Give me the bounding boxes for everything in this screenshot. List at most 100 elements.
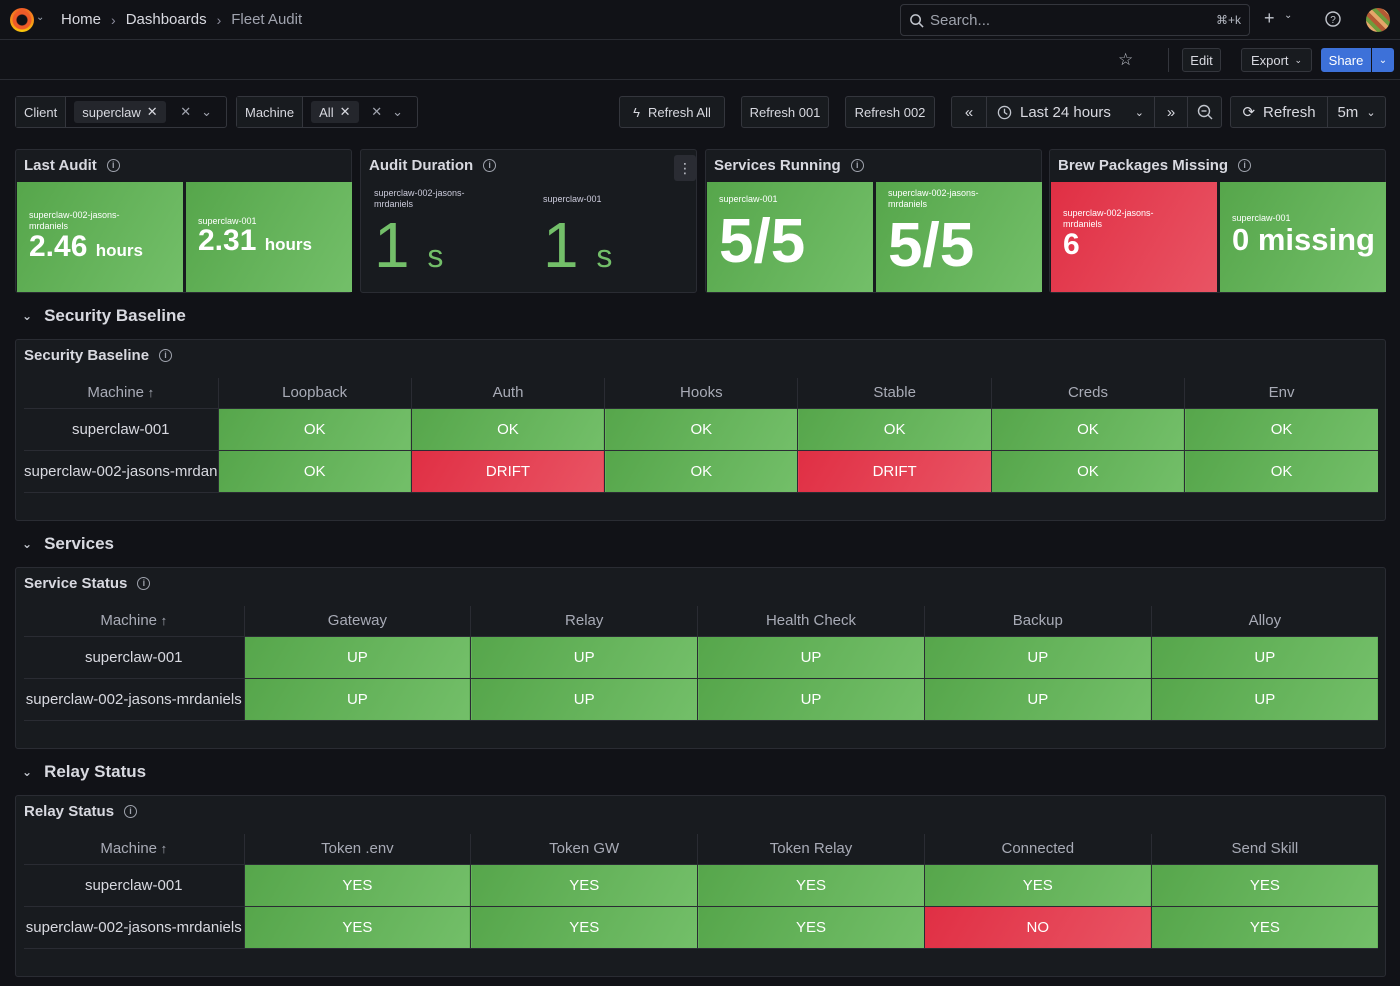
client-value-chip[interactable]: superclaw ✕ <box>74 101 166 123</box>
stat-series-name: superclaw-001 <box>719 194 778 204</box>
edit-button[interactable]: Edit <box>1182 48 1221 72</box>
service-status-table: Machine ↑ Gateway Relay Health Check Backup A… <box>24 606 1378 721</box>
chevron-down-icon[interactable]: ⌄ <box>1284 10 1292 21</box>
security-baseline-table: Machine ↑ Loopback Auth Hooks Stable Creds Env… <box>24 378 1378 493</box>
refresh-all-button[interactable]: ϟ Refresh All <box>619 96 725 128</box>
search-shortcut: ⌘+k <box>1215 13 1241 27</box>
clear-icon[interactable]: ✕ <box>371 104 382 120</box>
chevron-down-icon[interactable]: ⌄ <box>392 104 403 120</box>
variables-bar: Client superclaw ✕ ✕ ⌄ Machine All ✕ ✕ ⌄ ϟ Re… <box>0 80 1400 144</box>
chevron-right-icon: › <box>111 11 116 28</box>
share-options-button[interactable]: ⌄ <box>1372 48 1394 72</box>
stat-series-name: superclaw-001 <box>543 194 602 204</box>
column-header-machine[interactable]: Machine ↑ <box>24 834 244 865</box>
column-header[interactable]: Send Skill <box>1150 834 1378 865</box>
stat-tile: superclaw-002-jasons-mrdaniels 5/5 <box>876 182 1042 292</box>
breadcrumb-home[interactable]: Home <box>61 11 101 28</box>
status-cell: OK <box>604 408 798 451</box>
table-row: superclaw-001 OK OK OK OK OK OK <box>24 408 1378 451</box>
status-cell: UP <box>923 678 1152 721</box>
column-header[interactable]: Hooks <box>604 378 798 409</box>
column-header[interactable]: Env <box>1184 378 1378 409</box>
row-relay-status[interactable]: ⌄ Relay Status <box>22 762 146 782</box>
status-cell: OK <box>410 408 605 451</box>
panel-menu-icon[interactable]: ⋮ <box>674 155 696 181</box>
info-icon[interactable]: i <box>483 159 497 172</box>
info-icon[interactable]: i <box>850 159 864 172</box>
search-input[interactable]: Search... ⌘+k <box>900 4 1250 36</box>
status-cell: OK <box>604 450 798 493</box>
plus-icon[interactable]: + <box>1264 8 1275 29</box>
help-icon[interactable]: ? <box>1325 11 1341 27</box>
column-header[interactable]: Health Check <box>697 606 925 637</box>
close-icon[interactable]: ✕ <box>340 104 351 120</box>
chevrons-left-icon: « <box>964 103 974 121</box>
row-services[interactable]: ⌄ Services <box>22 534 114 554</box>
column-header[interactable]: Stable <box>797 378 992 409</box>
time-back-button[interactable]: « <box>952 97 987 127</box>
refresh-interval-select[interactable]: 5m ⌄ <box>1328 97 1385 127</box>
refresh-002-button[interactable]: Refresh 002 <box>845 96 935 128</box>
panel-title: Security Baseline <box>24 347 150 364</box>
status-cell: DRIFT <box>410 450 605 493</box>
chevron-down-icon[interactable]: ⌄ <box>36 12 44 23</box>
status-cell: OK <box>217 450 412 493</box>
export-button[interactable]: Export ⌄ <box>1241 48 1312 72</box>
breadcrumb-dashboards[interactable]: Dashboards <box>126 11 207 28</box>
column-header[interactable]: Connected <box>923 834 1152 865</box>
status-cell: UP <box>697 636 925 679</box>
star-icon[interactable]: ☆ <box>1118 50 1133 70</box>
close-icon[interactable]: ✕ <box>147 104 158 120</box>
column-header[interactable]: Backup <box>923 606 1152 637</box>
machine-cell: superclaw-002-jasons-mrdaniels <box>24 678 244 721</box>
info-icon[interactable]: i <box>1238 159 1252 172</box>
chevron-down-icon[interactable]: ⌄ <box>201 104 212 120</box>
zoom-out-button[interactable] <box>1188 97 1221 127</box>
column-header-machine[interactable]: Machine ↑ <box>24 378 218 409</box>
chevron-down-icon: ⌄ <box>22 765 33 779</box>
sort-ascending-icon[interactable]: ↑ <box>157 613 168 628</box>
machine-value-chip[interactable]: All ✕ <box>311 101 359 123</box>
breadcrumb-current: Fleet Audit <box>231 11 303 28</box>
column-header[interactable]: Auth <box>410 378 605 409</box>
info-icon[interactable]: i <box>106 159 120 172</box>
column-header[interactable]: Token Relay <box>697 834 925 865</box>
time-forward-button[interactable]: » <box>1155 97 1188 127</box>
stat-tile: superclaw-001 2.31 hours <box>186 182 352 292</box>
user-avatar[interactable] <box>1366 8 1390 32</box>
info-icon[interactable]: i <box>137 577 151 590</box>
share-button[interactable]: Share <box>1321 48 1371 72</box>
row-security-baseline[interactable]: ⌄ Security Baseline <box>22 306 186 326</box>
time-picker: « Last 24 hours ⌄ » <box>951 96 1222 128</box>
status-cell: OK <box>990 408 1185 451</box>
column-header[interactable]: Relay <box>470 606 698 637</box>
status-cell: YES <box>470 906 698 949</box>
stat-tile: superclaw-001 1 s <box>531 182 697 292</box>
sort-ascending-icon[interactable]: ↑ <box>144 385 155 400</box>
info-icon[interactable]: i <box>124 805 138 818</box>
security-baseline-panel: Security Baseline i Machine ↑ Loopback Auth… <box>15 339 1386 521</box>
status-cell: UP <box>243 636 471 679</box>
stat-series-name: superclaw-002-jasons-mrdaniels <box>1063 208 1154 229</box>
refresh-001-button[interactable]: Refresh 001 <box>741 96 829 128</box>
column-header[interactable]: Creds <box>990 378 1185 409</box>
refresh-picker: ⟳ Refresh 5m ⌄ <box>1230 96 1386 128</box>
status-cell: UP <box>1150 678 1378 721</box>
column-header[interactable]: Token .env <box>243 834 471 865</box>
column-header[interactable]: Loopback <box>217 378 412 409</box>
info-icon[interactable]: i <box>159 349 173 362</box>
client-variable[interactable]: Client superclaw ✕ ✕ ⌄ <box>15 96 227 128</box>
stat-tile: superclaw-002-jasons-mrdaniels 2.46 hour… <box>17 182 183 292</box>
column-header[interactable]: Gateway <box>243 606 471 637</box>
last-audit-panel: Last Audit i superclaw-002-jasons-mrdanie… <box>15 149 352 293</box>
column-header[interactable]: Token GW <box>470 834 698 865</box>
grafana-logo-icon[interactable] <box>10 8 34 32</box>
clear-icon[interactable]: ✕ <box>180 104 191 120</box>
column-header-machine[interactable]: Machine ↑ <box>24 606 244 637</box>
column-header[interactable]: Alloy <box>1150 606 1378 637</box>
time-range-button[interactable]: Last 24 hours ⌄ <box>987 97 1155 127</box>
table-row: superclaw-002-jasons-mrdaniels UP UP UP UP UP <box>24 678 1378 721</box>
machine-variable[interactable]: Machine All ✕ ✕ ⌄ <box>236 96 418 128</box>
refresh-button[interactable]: ⟳ Refresh <box>1231 97 1328 127</box>
sort-ascending-icon[interactable]: ↑ <box>157 841 168 856</box>
